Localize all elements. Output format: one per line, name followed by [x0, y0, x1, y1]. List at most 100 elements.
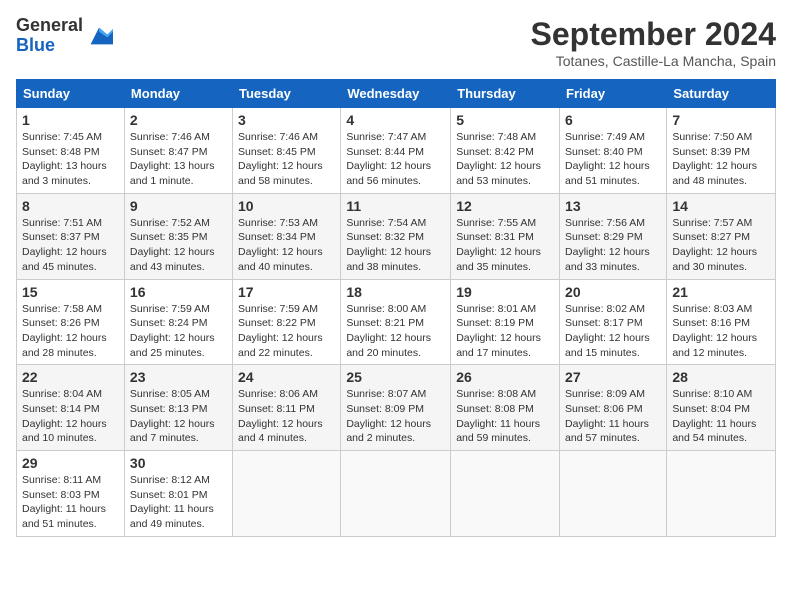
- day-info: Sunrise: 7:46 AMSunset: 8:45 PMDaylight:…: [238, 130, 335, 189]
- day-info: Sunrise: 8:12 AMSunset: 8:01 PMDaylight:…: [130, 473, 227, 532]
- calendar-cell: 26 Sunrise: 8:08 AMSunset: 8:08 PMDaylig…: [451, 365, 560, 451]
- calendar-cell: 27 Sunrise: 8:09 AMSunset: 8:06 PMDaylig…: [560, 365, 667, 451]
- day-number: 16: [130, 284, 227, 300]
- day-number: 18: [346, 284, 445, 300]
- calendar-cell: [667, 451, 776, 537]
- day-info: Sunrise: 7:54 AMSunset: 8:32 PMDaylight:…: [346, 216, 445, 275]
- day-number: 6: [565, 112, 661, 128]
- day-number: 13: [565, 198, 661, 214]
- day-number: 14: [672, 198, 770, 214]
- logo-general: General: [16, 15, 83, 35]
- day-number: 15: [22, 284, 119, 300]
- day-info: Sunrise: 8:03 AMSunset: 8:16 PMDaylight:…: [672, 302, 770, 361]
- day-info: Sunrise: 8:00 AMSunset: 8:21 PMDaylight:…: [346, 302, 445, 361]
- calendar-cell: [341, 451, 451, 537]
- day-number: 26: [456, 369, 554, 385]
- day-number: 2: [130, 112, 227, 128]
- day-number: 30: [130, 455, 227, 471]
- day-info: Sunrise: 8:04 AMSunset: 8:14 PMDaylight:…: [22, 387, 119, 446]
- day-number: 11: [346, 198, 445, 214]
- day-info: Sunrise: 7:52 AMSunset: 8:35 PMDaylight:…: [130, 216, 227, 275]
- day-info: Sunrise: 7:50 AMSunset: 8:39 PMDaylight:…: [672, 130, 770, 189]
- day-info: Sunrise: 7:45 AMSunset: 8:48 PMDaylight:…: [22, 130, 119, 189]
- calendar-cell: 13 Sunrise: 7:56 AMSunset: 8:29 PMDaylig…: [560, 193, 667, 279]
- calendar-cell: [451, 451, 560, 537]
- calendar-week-row: 15 Sunrise: 7:58 AMSunset: 8:26 PMDaylig…: [17, 279, 776, 365]
- day-number: 5: [456, 112, 554, 128]
- day-number: 19: [456, 284, 554, 300]
- day-number: 1: [22, 112, 119, 128]
- calendar-week-row: 29 Sunrise: 8:11 AMSunset: 8:03 PMDaylig…: [17, 451, 776, 537]
- calendar-cell: 25 Sunrise: 8:07 AMSunset: 8:09 PMDaylig…: [341, 365, 451, 451]
- day-number: 29: [22, 455, 119, 471]
- page-header: General Blue September 2024 Totanes, Cas…: [16, 16, 776, 69]
- day-info: Sunrise: 8:08 AMSunset: 8:08 PMDaylight:…: [456, 387, 554, 446]
- calendar-table: Sunday Monday Tuesday Wednesday Thursday…: [16, 79, 776, 537]
- day-info: Sunrise: 8:09 AMSunset: 8:06 PMDaylight:…: [565, 387, 661, 446]
- day-info: Sunrise: 8:11 AMSunset: 8:03 PMDaylight:…: [22, 473, 119, 532]
- subtitle: Totanes, Castille-La Mancha, Spain: [531, 53, 776, 69]
- day-info: Sunrise: 7:49 AMSunset: 8:40 PMDaylight:…: [565, 130, 661, 189]
- calendar-week-row: 8 Sunrise: 7:51 AMSunset: 8:37 PMDayligh…: [17, 193, 776, 279]
- calendar-cell: 14 Sunrise: 7:57 AMSunset: 8:27 PMDaylig…: [667, 193, 776, 279]
- day-info: Sunrise: 8:10 AMSunset: 8:04 PMDaylight:…: [672, 387, 770, 446]
- logo: General Blue: [16, 16, 113, 56]
- day-number: 23: [130, 369, 227, 385]
- calendar-cell: 28 Sunrise: 8:10 AMSunset: 8:04 PMDaylig…: [667, 365, 776, 451]
- calendar-cell: 8 Sunrise: 7:51 AMSunset: 8:37 PMDayligh…: [17, 193, 125, 279]
- day-info: Sunrise: 8:02 AMSunset: 8:17 PMDaylight:…: [565, 302, 661, 361]
- col-friday: Friday: [560, 80, 667, 108]
- calendar-cell: 17 Sunrise: 7:59 AMSunset: 8:22 PMDaylig…: [233, 279, 341, 365]
- day-number: 20: [565, 284, 661, 300]
- calendar-cell: [560, 451, 667, 537]
- calendar-cell: 4 Sunrise: 7:47 AMSunset: 8:44 PMDayligh…: [341, 108, 451, 194]
- day-number: 21: [672, 284, 770, 300]
- calendar-cell: 21 Sunrise: 8:03 AMSunset: 8:16 PMDaylig…: [667, 279, 776, 365]
- day-info: Sunrise: 7:56 AMSunset: 8:29 PMDaylight:…: [565, 216, 661, 275]
- logo-icon: [85, 22, 113, 50]
- calendar-cell: 22 Sunrise: 8:04 AMSunset: 8:14 PMDaylig…: [17, 365, 125, 451]
- day-info: Sunrise: 7:58 AMSunset: 8:26 PMDaylight:…: [22, 302, 119, 361]
- col-saturday: Saturday: [667, 80, 776, 108]
- day-info: Sunrise: 8:05 AMSunset: 8:13 PMDaylight:…: [130, 387, 227, 446]
- title-block: September 2024 Totanes, Castille-La Manc…: [531, 16, 776, 69]
- day-number: 28: [672, 369, 770, 385]
- calendar-cell: 24 Sunrise: 8:06 AMSunset: 8:11 PMDaylig…: [233, 365, 341, 451]
- col-sunday: Sunday: [17, 80, 125, 108]
- day-info: Sunrise: 8:01 AMSunset: 8:19 PMDaylight:…: [456, 302, 554, 361]
- day-number: 7: [672, 112, 770, 128]
- day-info: Sunrise: 7:53 AMSunset: 8:34 PMDaylight:…: [238, 216, 335, 275]
- col-tuesday: Tuesday: [233, 80, 341, 108]
- day-info: Sunrise: 7:55 AMSunset: 8:31 PMDaylight:…: [456, 216, 554, 275]
- calendar-cell: 12 Sunrise: 7:55 AMSunset: 8:31 PMDaylig…: [451, 193, 560, 279]
- calendar-header-row: Sunday Monday Tuesday Wednesday Thursday…: [17, 80, 776, 108]
- calendar-cell: 15 Sunrise: 7:58 AMSunset: 8:26 PMDaylig…: [17, 279, 125, 365]
- logo-blue: Blue: [16, 35, 55, 55]
- day-number: 25: [346, 369, 445, 385]
- calendar-cell: 10 Sunrise: 7:53 AMSunset: 8:34 PMDaylig…: [233, 193, 341, 279]
- day-number: 24: [238, 369, 335, 385]
- day-number: 22: [22, 369, 119, 385]
- calendar-cell: 19 Sunrise: 8:01 AMSunset: 8:19 PMDaylig…: [451, 279, 560, 365]
- day-number: 3: [238, 112, 335, 128]
- calendar-cell: 7 Sunrise: 7:50 AMSunset: 8:39 PMDayligh…: [667, 108, 776, 194]
- day-number: 17: [238, 284, 335, 300]
- calendar-week-row: 22 Sunrise: 8:04 AMSunset: 8:14 PMDaylig…: [17, 365, 776, 451]
- col-wednesday: Wednesday: [341, 80, 451, 108]
- calendar-cell: 30 Sunrise: 8:12 AMSunset: 8:01 PMDaylig…: [124, 451, 232, 537]
- calendar-cell: 11 Sunrise: 7:54 AMSunset: 8:32 PMDaylig…: [341, 193, 451, 279]
- day-info: Sunrise: 7:51 AMSunset: 8:37 PMDaylight:…: [22, 216, 119, 275]
- calendar-cell: 1 Sunrise: 7:45 AMSunset: 8:48 PMDayligh…: [17, 108, 125, 194]
- col-monday: Monday: [124, 80, 232, 108]
- day-info: Sunrise: 7:57 AMSunset: 8:27 PMDaylight:…: [672, 216, 770, 275]
- day-info: Sunrise: 8:07 AMSunset: 8:09 PMDaylight:…: [346, 387, 445, 446]
- day-info: Sunrise: 7:48 AMSunset: 8:42 PMDaylight:…: [456, 130, 554, 189]
- calendar-cell: 18 Sunrise: 8:00 AMSunset: 8:21 PMDaylig…: [341, 279, 451, 365]
- day-number: 4: [346, 112, 445, 128]
- day-number: 9: [130, 198, 227, 214]
- day-number: 12: [456, 198, 554, 214]
- calendar-week-row: 1 Sunrise: 7:45 AMSunset: 8:48 PMDayligh…: [17, 108, 776, 194]
- calendar-cell: 20 Sunrise: 8:02 AMSunset: 8:17 PMDaylig…: [560, 279, 667, 365]
- day-info: Sunrise: 7:46 AMSunset: 8:47 PMDaylight:…: [130, 130, 227, 189]
- day-number: 10: [238, 198, 335, 214]
